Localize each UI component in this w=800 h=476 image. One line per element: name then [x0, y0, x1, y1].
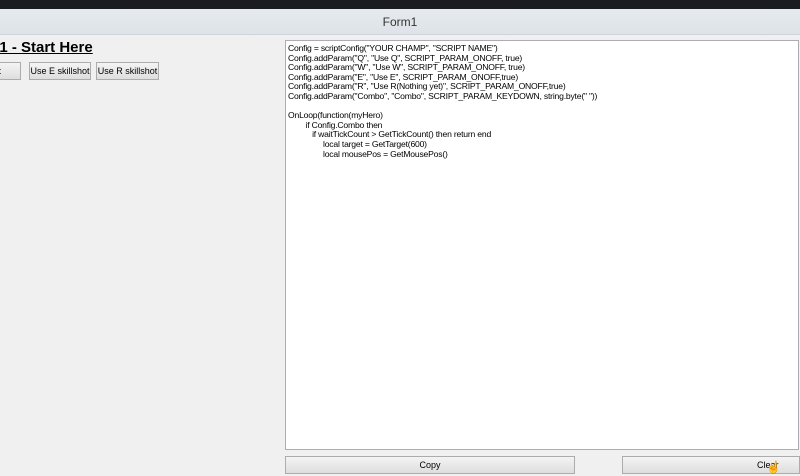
- title-bar: Form1: [0, 9, 800, 35]
- window-title: Form1: [382, 15, 418, 29]
- use-e-skillshot-button[interactable]: Use E skillshot: [29, 62, 91, 80]
- step-heading: p 1 - Start Here: [0, 39, 93, 56]
- code-textarea[interactable]: Config = scriptConfig("YOUR CHAMP", "SCR…: [285, 40, 799, 450]
- use-r-skillshot-button[interactable]: Use R skillshot: [96, 62, 159, 80]
- hand-cursor-icon: ☝: [766, 460, 781, 474]
- top-bar: [0, 0, 800, 9]
- use-q-skillshot-button[interactable]: llshot: [0, 62, 21, 80]
- copy-button[interactable]: Copy: [285, 456, 575, 474]
